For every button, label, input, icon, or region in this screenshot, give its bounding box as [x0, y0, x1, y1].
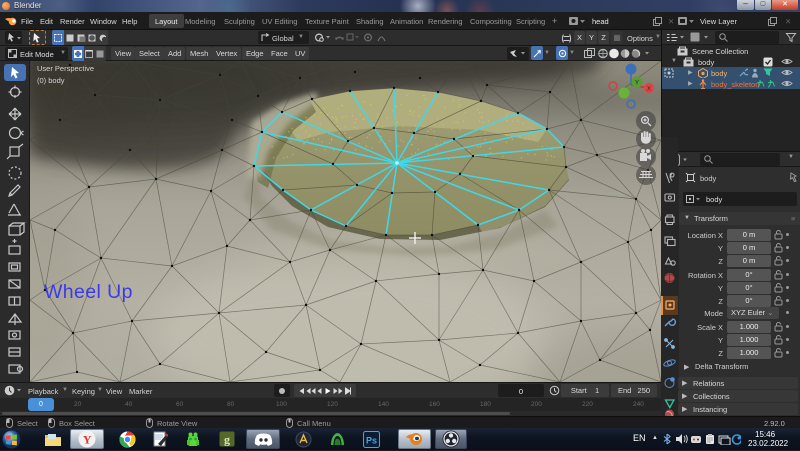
svg-text:Ps: Ps — [365, 435, 376, 445]
svg-text:Y: Y — [83, 433, 92, 447]
svg-text:User Perspective: User Perspective — [37, 64, 94, 73]
svg-text:(0) body: (0) body — [37, 76, 65, 85]
svg-text:Y: Y — [635, 81, 639, 87]
svg-text:Wheel Up: Wheel Up — [44, 281, 133, 303]
svg-text:g: g — [224, 433, 230, 447]
svg-text:X: X — [647, 87, 651, 93]
